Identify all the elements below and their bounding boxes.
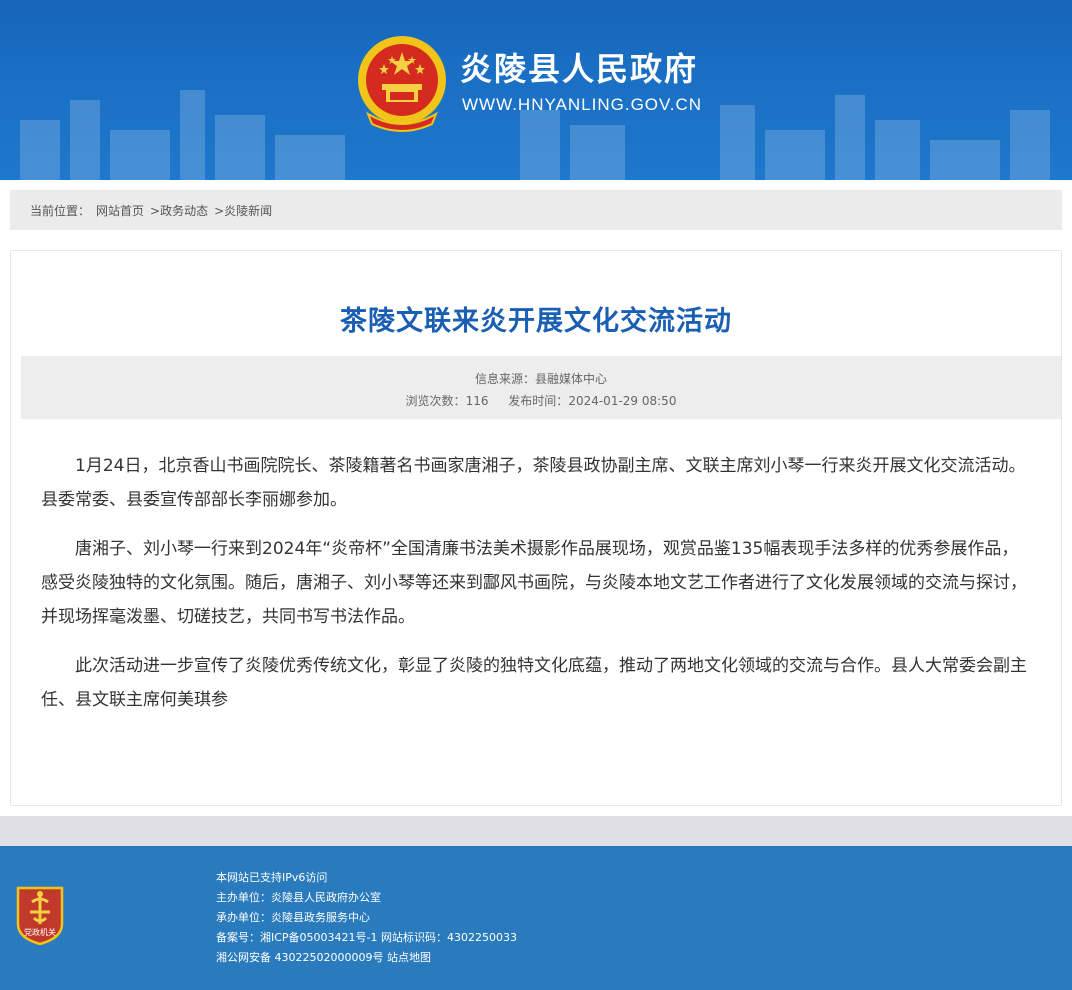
article-paragraph: 唐湘子、刘小琴一行来到2024年“炎帝杯”全国清廉书法美术摄影作品展现场，观赏品… — [41, 539, 1027, 627]
footer-organizer: 承办单位：炎陵县政务服务中心 — [216, 911, 370, 924]
publish-group: 发布时间：2024-01-29 08:50 — [508, 394, 676, 408]
footer-police-sitemap[interactable]: 湘公网安备 43022502000009号 站点地图 — [216, 948, 517, 968]
views-label: 浏览次数： — [405, 394, 466, 408]
article-title: 茶陵文联来炎开展文化交流活动 — [340, 306, 732, 337]
footer-info: 本网站已支持IPv6访问 主办单位：炎陵县人民政府办公室 承办单位：炎陵县政务服… — [216, 868, 517, 968]
breadcrumb-prefix: 当前位置： — [30, 203, 91, 218]
site-url[interactable]: WWW.HNYANLING.GOV.CN — [462, 95, 702, 115]
footer-icp[interactable]: 备案号：湘ICP备05003421号-1 网站标识码：4302250033 — [216, 928, 517, 948]
breadcrumb-yanling-news-link[interactable]: >炎陵新闻 — [214, 202, 272, 219]
footer-ipv6: 本网站已支持IPv6访问 — [216, 871, 328, 884]
footer-divider-band — [0, 816, 1072, 846]
breadcrumb-home-link[interactable]: 网站首页 — [96, 202, 144, 219]
article-stats: 浏览次数：116 发布时间：2024-01-29 08:50 — [21, 392, 1061, 409]
article-paragraph: 1月24日，北京香山书画院院长、茶陵籍著名书画家唐湘子，茶陵县政协副主席、文联主… — [41, 456, 1026, 510]
site-name[interactable]: 炎陵县人民政府 — [460, 44, 698, 90]
site-header: 炎陵县人民政府 WWW.HNYANLING.GOV.CN — [0, 0, 1072, 180]
article-meta: 信息来源：县融媒体中心 浏览次数：116 发布时间：2024-01-29 08:… — [21, 356, 1061, 419]
publish-time: 2024-01-29 08:50 — [568, 394, 677, 408]
article-paragraph: 此次活动进一步宣传了炎陵优秀传统文化，彰显了炎陵的独特文化底蕴，推动了两地文化领… — [41, 656, 1027, 710]
views-group: 浏览次数：116 — [406, 394, 489, 408]
badge-text: 党政机关 — [24, 927, 56, 937]
national-emblem-icon[interactable] — [354, 34, 450, 134]
article-source: 信息来源：县融媒体中心 — [474, 372, 607, 386]
footer-sponsor: 主办单位：炎陵县人民政府办公室 — [216, 891, 381, 904]
views-count: 116 — [465, 394, 489, 408]
publish-label: 发布时间： — [508, 394, 569, 408]
article-body: 1月24日，北京香山书画院院长、茶陵籍著名书画家唐湘子，茶陵县政协副主席、文联主… — [41, 449, 1033, 732]
party-government-badge-icon[interactable]: 党政机关 — [14, 884, 66, 946]
breadcrumb: 当前位置： 网站首页 >政务动态 >炎陵新闻 — [10, 190, 1062, 230]
site-footer: 党政机关 本网站已支持IPv6访问 主办单位：炎陵县人民政府办公室 承办单位：炎… — [0, 846, 1072, 990]
article-card: 茶陵文联来炎开展文化交流活动 信息来源：县融媒体中心 浏览次数：116 发布时间… — [10, 250, 1062, 806]
breadcrumb-news-link[interactable]: >政务动态 — [150, 202, 208, 219]
